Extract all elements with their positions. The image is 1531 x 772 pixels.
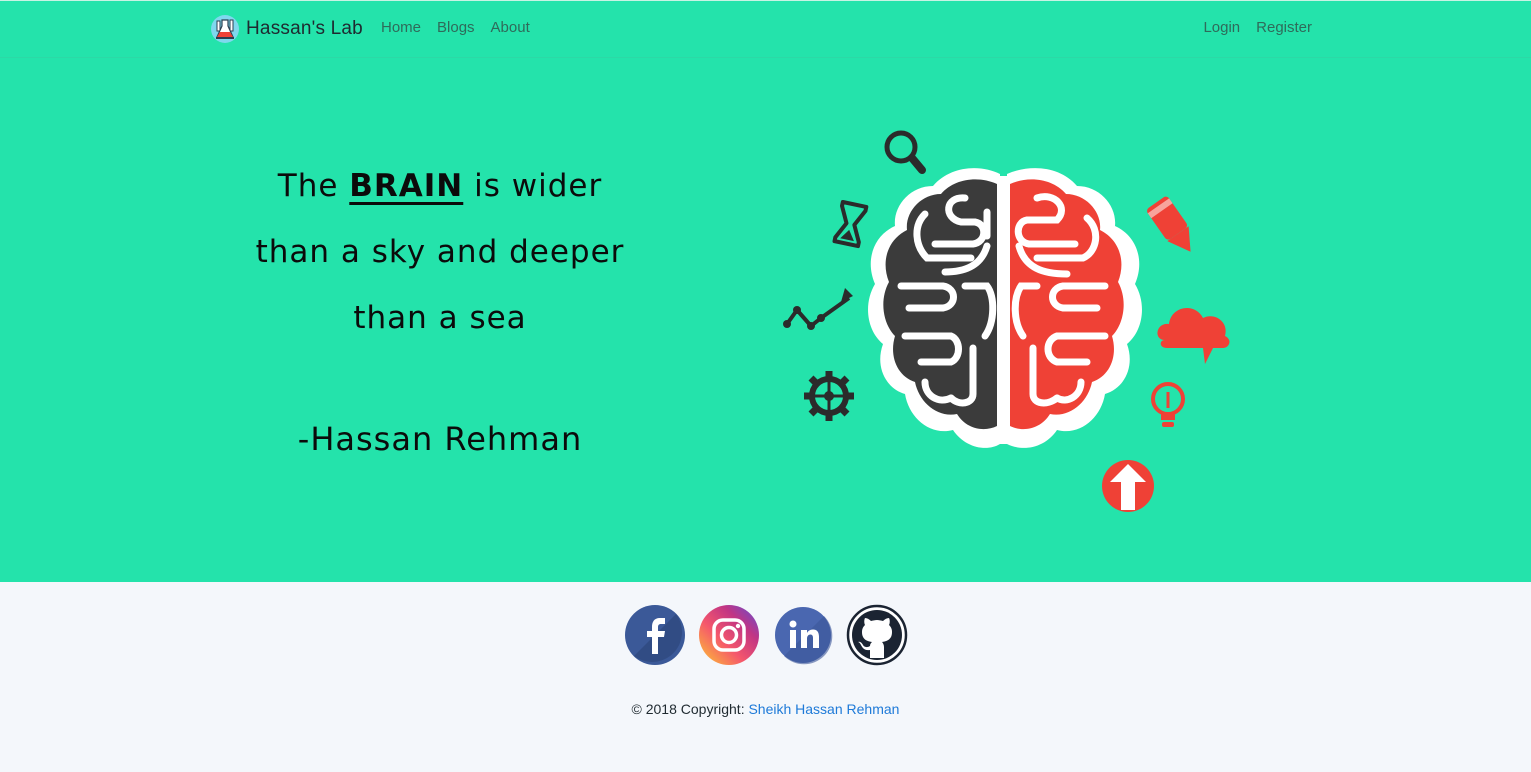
hero-quote: The BRAIN is wider than a sky and deeper… [255, 153, 625, 351]
hero-section: The BRAIN is wider than a sky and deeper… [0, 58, 1531, 582]
quote-line-2: than a sky and deeper [255, 234, 625, 270]
lightbulb-icon [1151, 382, 1185, 427]
copyright-text: © 2018 Copyright: [631, 701, 745, 717]
nav-blogs-link[interactable]: Blogs [437, 19, 475, 36]
social-links [0, 604, 1531, 666]
brain-illustration [783, 130, 1230, 512]
nav-register-link[interactable]: Register [1256, 19, 1312, 36]
navbar: Hassan's Lab Home Blogs About Login Regi… [0, 0, 1531, 58]
hourglass-icon [832, 199, 869, 249]
upload-arrow-icon [1102, 460, 1154, 512]
quote-author: -Hassan Rehman [297, 420, 583, 458]
github-icon [846, 604, 907, 666]
gear-icon [804, 371, 854, 421]
quote-line-1-suffix: is wider [474, 168, 603, 204]
quote-line-3: than a sea [353, 300, 527, 336]
instagram-icon [698, 605, 759, 665]
facebook-icon [624, 605, 685, 665]
nav-home-link[interactable]: Home [381, 19, 421, 36]
quote-line-1-prefix: The [277, 168, 339, 204]
brain-graphic [868, 168, 1142, 448]
nav-login-link[interactable]: Login [1203, 19, 1240, 36]
auth-nav: Login Register [1203, 19, 1312, 36]
brand-link[interactable]: Hassan's Lab [210, 13, 363, 45]
quote-line-1: The BRAIN is wider [255, 153, 625, 219]
quote-brain-word: BRAIN [349, 168, 464, 204]
pencil-icon [1147, 196, 1191, 252]
github-link[interactable] [846, 604, 908, 666]
trend-icon [783, 288, 853, 330]
instagram-link[interactable] [698, 604, 760, 666]
linkedin-icon [774, 607, 832, 665]
linkedin-link[interactable] [772, 604, 834, 666]
cloud-icon [1157, 307, 1230, 364]
copyright: © 2018 Copyright: Sheikh Hassan Rehman [0, 701, 1531, 717]
main-nav: Home Blogs About [381, 19, 530, 36]
copyright-author-link[interactable]: Sheikh Hassan Rehman [748, 701, 899, 717]
brand-name: Hassan's Lab [246, 18, 363, 39]
nav-about-link[interactable]: About [491, 19, 530, 36]
facebook-link[interactable] [624, 604, 686, 666]
magnifier-icon [884, 130, 926, 174]
lab-flask-logo-icon [211, 15, 239, 43]
